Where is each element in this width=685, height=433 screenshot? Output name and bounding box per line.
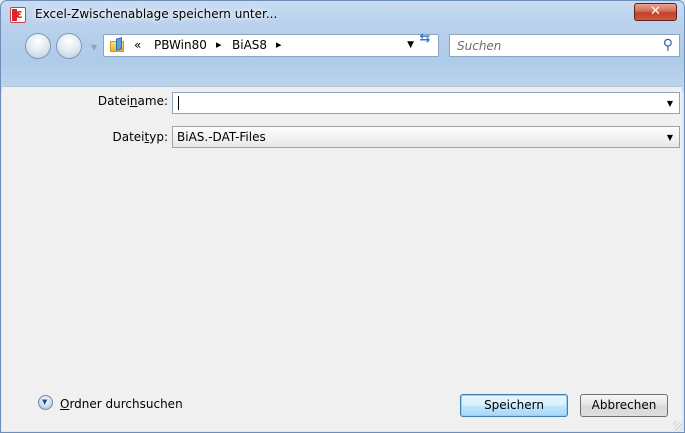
address-dropdown-icon[interactable]: ▼ [407, 40, 414, 50]
breadcrumb-bias8[interactable]: BiAS8 [232, 38, 267, 52]
expand-chevron-icon[interactable]: ▼ [38, 395, 53, 410]
filetype-dropdown-icon[interactable]: ▼ [667, 133, 673, 142]
filename-input[interactable]: ▼ [172, 92, 680, 114]
browse-label-text: rdner durchsuchen [69, 397, 183, 411]
refresh-icon[interactable]: ⇆ [414, 31, 436, 48]
back-button[interactable] [25, 33, 51, 59]
recent-pages-dropdown-icon[interactable]: ▼ [91, 43, 97, 52]
filename-dropdown-icon[interactable]: ▼ [667, 99, 673, 108]
filetype-label-part: Datei [112, 130, 145, 144]
filetype-value: BiAS.-DAT-Files [177, 130, 266, 144]
breadcrumb-pbwin80[interactable]: PBWin80 [154, 38, 207, 52]
filename-label-accesskey: n [129, 94, 138, 108]
save-button[interactable]: Speichern [460, 394, 568, 417]
search-icon[interactable]: ⚲ [663, 37, 673, 53]
breadcrumb-overflow[interactable]: « [134, 38, 141, 52]
resize-grip-icon[interactable] [673, 421, 683, 431]
search-input[interactable]: Suchen ⚲ [449, 34, 680, 57]
filetype-label-part: yp: [149, 130, 168, 144]
window-title: Excel-Zwischenablage speichern unter... [35, 7, 278, 21]
address-bar[interactable]: « PBWin80 ▸ BiAS8 ▸ ▼ [103, 34, 439, 57]
filetype-label: Dateityp: [80, 130, 169, 144]
filename-label-part: Datei [97, 94, 130, 108]
title-bar[interactable]: ε Excel-Zwischenablage speichern unter..… [1, 1, 684, 29]
chevron-right-icon[interactable]: ▸ [216, 38, 222, 51]
filename-label: Dateiname: [80, 94, 168, 108]
forward-button[interactable] [56, 33, 82, 59]
text-caret [178, 96, 179, 110]
filename-label-part: ame: [137, 94, 168, 108]
filetype-select[interactable]: BiAS.-DAT-Files ▼ [172, 126, 680, 148]
app-icon: ε [10, 7, 26, 23]
cancel-button[interactable]: Abbrechen [580, 394, 668, 417]
browse-folders-toggle[interactable]: Ordner durchsuchen [60, 397, 183, 411]
search-placeholder: Suchen [457, 39, 502, 53]
navigation-bar: ▼ « PBWin80 ▸ BiAS8 ▸ ▼ ⇆ Suchen ⚲ [1, 29, 684, 67]
close-button[interactable]: ✕ [634, 3, 677, 21]
chevron-right-icon[interactable]: ▸ [276, 38, 282, 51]
folder-icon [110, 38, 125, 53]
